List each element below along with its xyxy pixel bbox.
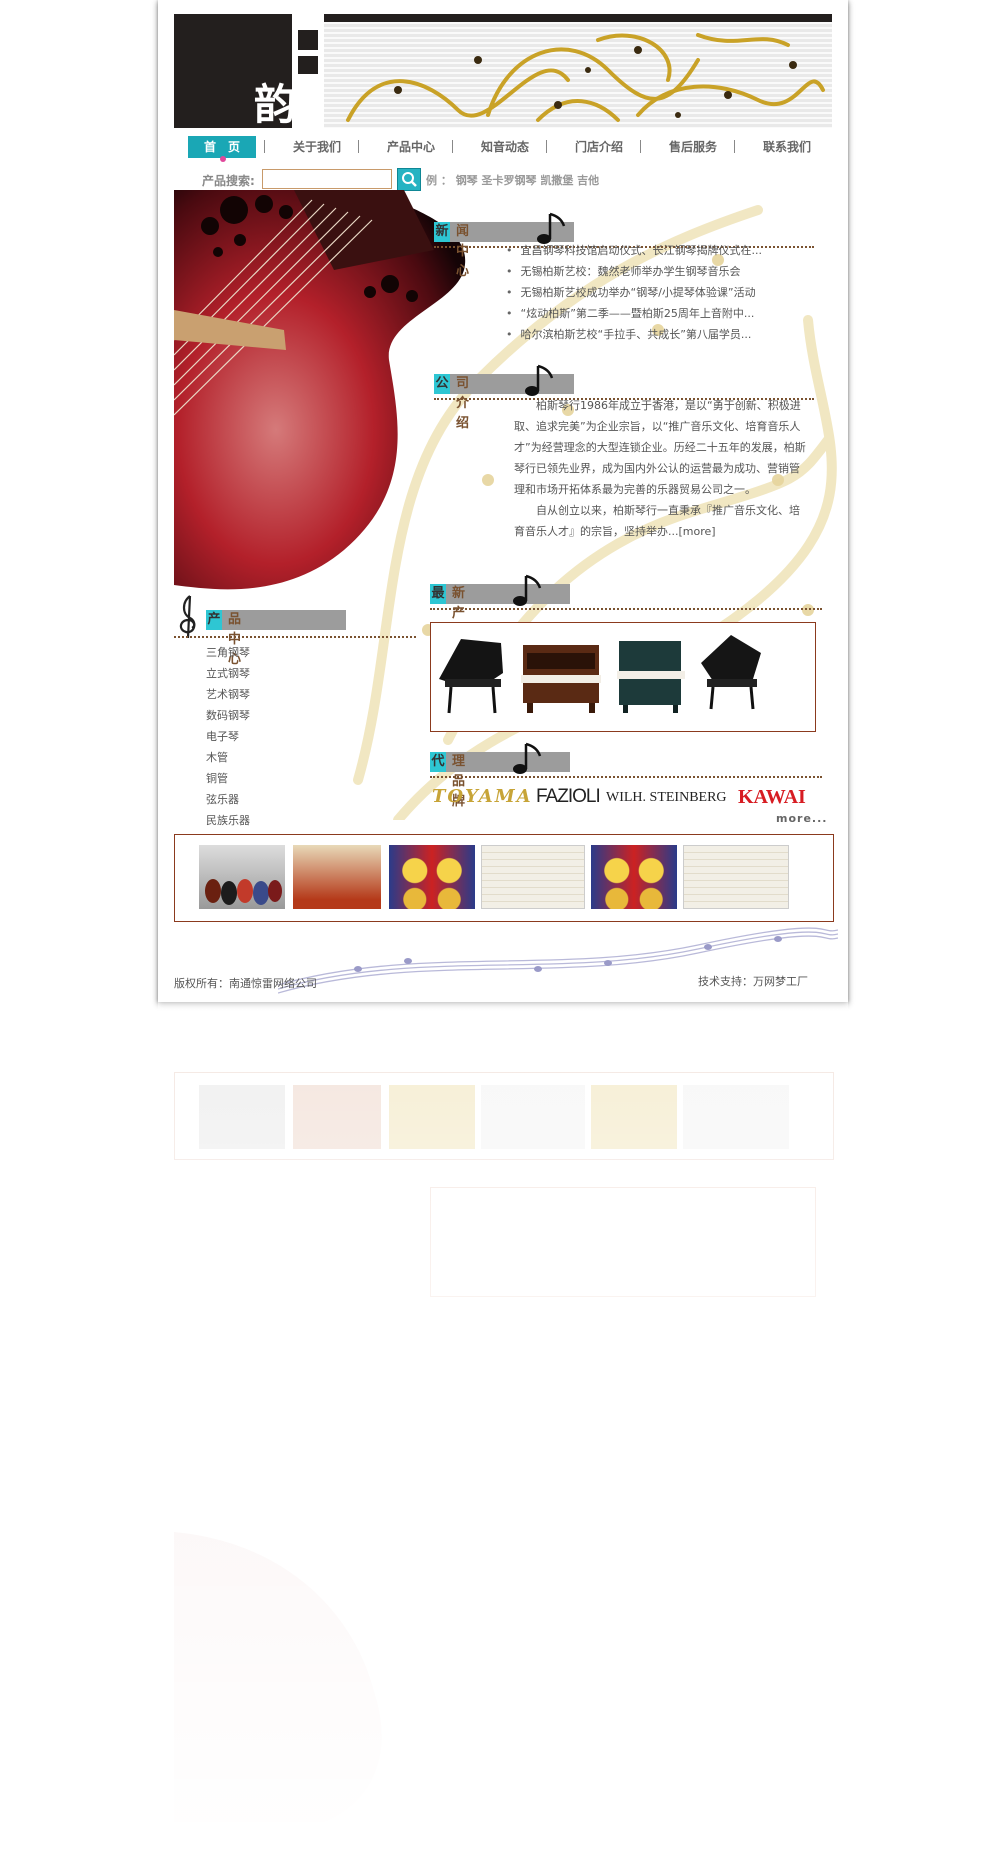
search-input[interactable] <box>262 169 392 189</box>
news-title-rest: 闻中心 <box>456 224 477 279</box>
about-text: 柏斯琴行1986年成立于香港，是以“勇于创新、积极进取、追求完美”为企业宗旨，以… <box>514 395 806 542</box>
category-item[interactable]: 木管 <box>206 747 250 768</box>
guitars-photo[interactable] <box>199 845 285 909</box>
brand-logo-toyama[interactable]: TOYAMA <box>432 786 533 807</box>
divider <box>430 608 822 610</box>
footer-support: 技术支持：万网梦工厂 <box>698 975 808 988</box>
logo-piano-key <box>298 56 318 74</box>
shop-photo[interactable] <box>293 845 381 909</box>
upright-piano-image <box>521 645 601 713</box>
brands-more-link[interactable]: more... <box>776 812 827 825</box>
about-paragraph: 自从创立以来，柏斯琴行一直秉承『推广音乐文化、培育音乐人才』的宗旨，坚持举办..… <box>514 500 806 542</box>
guitar-image <box>174 190 466 590</box>
news-title-cap: 新 <box>434 222 450 242</box>
nav-separator <box>358 140 359 153</box>
music-note-icon <box>513 574 542 606</box>
certificates-photo[interactable] <box>481 845 585 909</box>
about-title-cap: 公 <box>434 374 450 394</box>
page-reflection <box>158 1002 848 1851</box>
grand-piano-image <box>439 639 503 714</box>
about-paragraph-text: 自从创立以来，柏斯琴行一直秉承『推广音乐文化、培育音乐人才』的宗旨，坚持举办..… <box>514 504 800 538</box>
category-list: 三角钢琴 立式钢琴 艺术钢琴 数码钢琴 电子琴 木管 铜管 弦乐器 民族乐器 <box>206 642 250 831</box>
nav-products[interactable]: 产品中心 <box>372 136 450 158</box>
nav-contact[interactable]: 联系我们 <box>748 136 826 158</box>
brand-logo-kawai[interactable]: KAWAI <box>738 786 806 809</box>
news-list: 宜昌钢琴科技馆启动仪式、长江钢琴揭牌仪式在... 无锡柏斯艺校：魏然老师举办学生… <box>506 240 826 345</box>
grand-piano-image <box>701 635 761 710</box>
nav-separator <box>546 140 547 153</box>
divider <box>174 636 416 638</box>
news-item[interactable]: 无锡柏斯艺校成功举办“钢琴/小提琴体验课”活动 <box>506 282 826 303</box>
upright-piano-image <box>617 641 685 713</box>
category-item[interactable]: 数码钢琴 <box>206 705 250 726</box>
logo-piano-key <box>298 30 318 50</box>
about-more-link[interactable]: [more] <box>679 525 716 538</box>
medals-photo[interactable] <box>591 845 677 909</box>
reflection-fade <box>158 1002 848 1851</box>
nav-separator <box>640 140 641 153</box>
nav-service[interactable]: 售后服务 <box>654 136 732 158</box>
photo-gallery <box>174 834 834 922</box>
news-item[interactable]: 无锡柏斯艺校：魏然老师举办学生钢琴音乐会 <box>506 261 826 282</box>
guitars-image <box>205 879 282 905</box>
news-item[interactable]: 宜昌钢琴科技馆启动仪式、长江钢琴揭牌仪式在... <box>506 240 826 261</box>
music-note-icon <box>525 364 554 396</box>
news-item[interactable]: “炫动柏斯”第二季——暨柏斯25周年上音附中... <box>506 303 826 324</box>
music-note-icon <box>513 742 542 774</box>
news-item[interactable]: 哈尔滨柏斯艺校“手拉手、共成长”第八届学员... <box>506 324 826 345</box>
category-item[interactable]: 艺术钢琴 <box>206 684 250 705</box>
piano-gallery <box>439 635 761 714</box>
about-title-rest: 司介绍 <box>456 376 477 431</box>
category-item[interactable]: 三角钢琴 <box>206 642 250 663</box>
category-item[interactable]: 立式钢琴 <box>206 663 250 684</box>
main-nav: 首 页 关于我们 产品中心 知音动态 门店介绍 售后服务 联系我们 <box>158 136 848 162</box>
banner-music-swirl <box>346 33 825 122</box>
nav-news[interactable]: 知音动态 <box>466 136 544 158</box>
category-item[interactable]: 铜管 <box>206 768 250 789</box>
search-example-keywords[interactable]: 钢琴 圣卡罗钢琴 凯撒堡 吉他 <box>456 174 600 187</box>
search-icon <box>402 172 417 187</box>
nav-home[interactable]: 首 页 <box>188 136 256 158</box>
nav-separator <box>734 140 735 153</box>
search-examples: 例 ： 钢琴 圣卡罗钢琴 凯撒堡 吉他 <box>426 172 599 188</box>
about-paragraph: 柏斯琴行1986年成立于香港，是以“勇于创新、积极进取、追求完美”为企业宗旨，以… <box>514 399 806 496</box>
treble-clef-icon <box>179 595 196 639</box>
brands-title-cap: 代 <box>430 752 446 772</box>
logo-text: 韵 <box>254 80 297 129</box>
nav-stores[interactable]: 门店介绍 <box>560 136 638 158</box>
category-item[interactable]: 电子琴 <box>206 726 250 747</box>
new-products-title-cap: 最 <box>430 584 446 604</box>
divider <box>430 776 822 778</box>
search-label: 产品搜索: <box>202 174 255 188</box>
brand-logo-steinberg[interactable]: WILH. STEINBERG <box>606 790 727 806</box>
search-button[interactable] <box>397 168 421 191</box>
category-item[interactable]: 民族乐器 <box>206 810 250 831</box>
new-products-box <box>430 622 816 732</box>
nav-about[interactable]: 关于我们 <box>278 136 356 158</box>
brand-logo-fazioli[interactable]: FAZIOLI <box>536 786 601 808</box>
nav-active-indicator <box>220 156 226 162</box>
footer-copyright: 版权所有：南通惊雷网络公司 <box>174 977 317 990</box>
products-title-cap: 产 <box>206 610 222 630</box>
certificates-photo[interactable] <box>683 845 789 909</box>
search-example-prefix: 例 ： <box>426 174 452 187</box>
nav-separator <box>452 140 453 153</box>
nav-separator <box>264 140 265 153</box>
medals-photo[interactable] <box>389 845 475 909</box>
category-item[interactable]: 弦乐器 <box>206 789 250 810</box>
page-container: 韵 首 页 关于我们 产品中心 知音动态 门店介绍 售后服务 联系我们 产品搜索… <box>158 0 848 1002</box>
